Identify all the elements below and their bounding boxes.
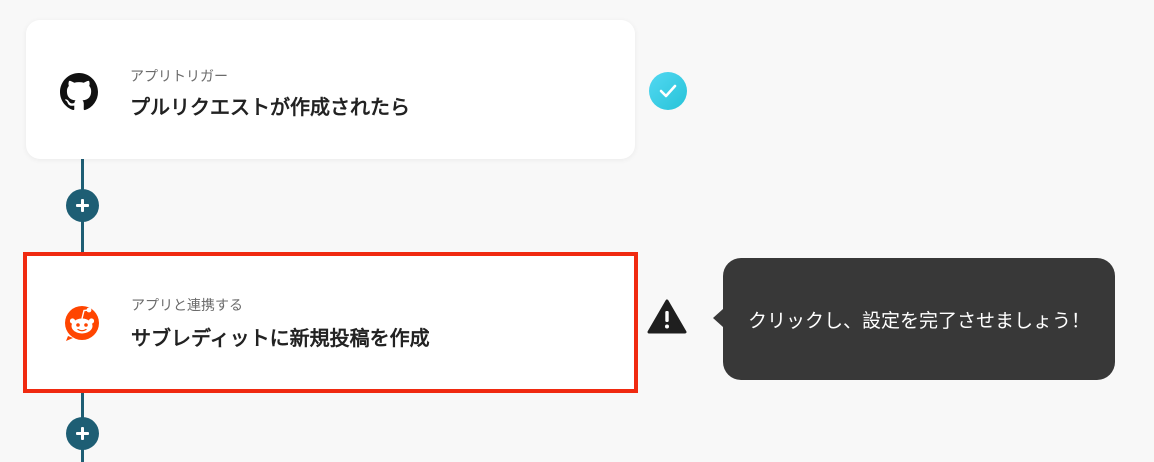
warning-icon <box>647 299 687 334</box>
add-step-button-bottom[interactable] <box>66 417 99 450</box>
plus-icon <box>76 199 89 212</box>
step-type-label: アプリトリガー <box>130 69 228 85</box>
setup-hint-tooltip: クリックし、設定を完了させましょう！ <box>713 258 1115 380</box>
step-title: プルリクエストが作成されたら <box>130 95 410 119</box>
step-type-label: アプリと連携する <box>131 298 243 314</box>
checkmark-icon <box>659 84 677 98</box>
plus-icon <box>76 427 89 440</box>
step-title: サブレディットに新規投稿を作成 <box>131 326 430 350</box>
add-step-button[interactable] <box>66 189 99 222</box>
action-step-card[interactable]: アプリと連携する サブレディットに新規投稿を作成 <box>23 252 638 393</box>
github-icon <box>60 73 98 111</box>
tooltip-arrow <box>713 309 723 327</box>
completed-status-badge <box>649 72 687 110</box>
trigger-step-card[interactable]: アプリトリガー プルリクエストが作成されたら <box>26 20 635 159</box>
tooltip-message: クリックし、設定を完了させましょう！ <box>747 309 1090 332</box>
reddit-icon <box>65 306 99 341</box>
